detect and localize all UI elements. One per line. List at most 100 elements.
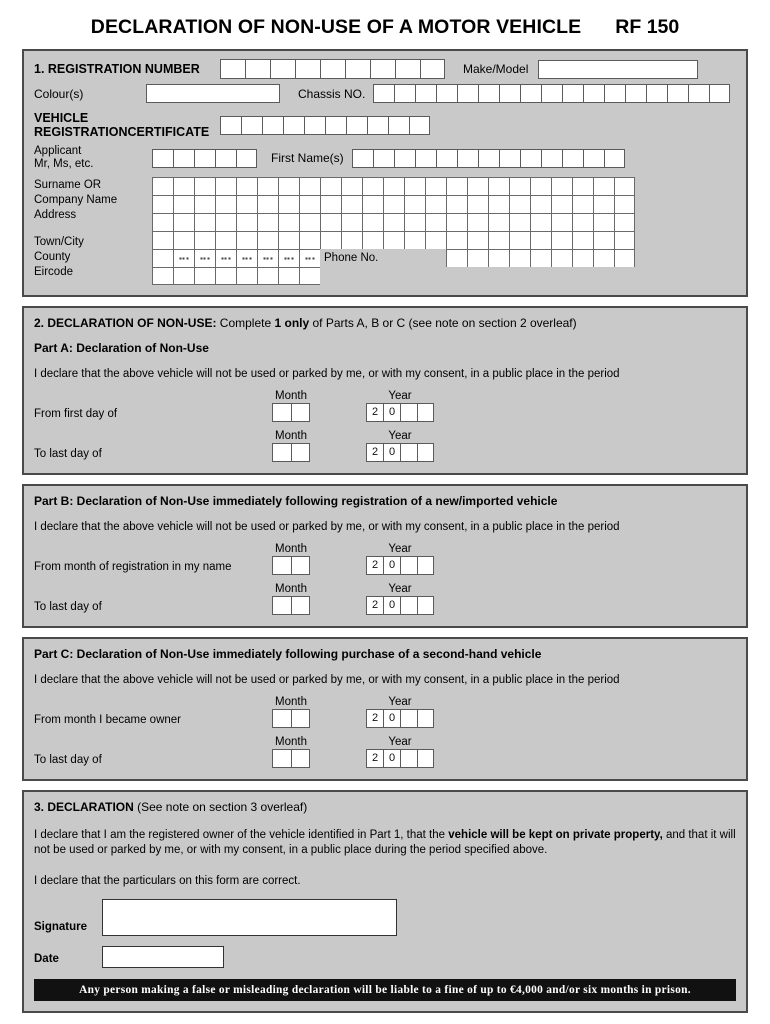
month-cell-1[interactable] (291, 403, 310, 422)
address-cell-4-3[interactable] (215, 249, 236, 267)
address-cell-3-15[interactable] (467, 231, 488, 249)
address-cell-1-9[interactable] (341, 195, 362, 213)
year-cell-1[interactable] (417, 596, 434, 615)
vrc-cell-0[interactable] (220, 115, 241, 135)
vrc-cell-2[interactable] (262, 115, 283, 135)
registration-cell-6[interactable] (370, 59, 395, 79)
address-cell-0-14[interactable] (446, 177, 467, 195)
vrc-cell-6[interactable] (346, 115, 367, 135)
chassis-cell-9[interactable] (562, 84, 584, 103)
address-cell-3-16[interactable] (488, 231, 509, 249)
year-cell-0[interactable] (400, 749, 417, 768)
registration-cell-4[interactable] (320, 59, 345, 79)
address-cell-2-16[interactable] (488, 213, 509, 231)
year-cell-1[interactable] (417, 443, 434, 462)
address-cell-5-5[interactable] (257, 267, 278, 285)
address-grid-input[interactable]: Phone No. (152, 177, 635, 285)
address-cell-5-4[interactable] (236, 267, 257, 285)
address-cell-3-12[interactable] (404, 231, 425, 249)
address-cell-4-21[interactable] (593, 249, 614, 267)
registration-cell-7[interactable] (395, 59, 420, 79)
address-cell-1-13[interactable] (425, 195, 446, 213)
address-cell-1-5[interactable] (257, 195, 278, 213)
applicant-cell-3[interactable] (215, 148, 236, 168)
chassis-cell-15[interactable] (688, 84, 710, 103)
vrc-cell-4[interactable] (304, 115, 325, 135)
signature-input[interactable] (102, 899, 397, 936)
address-cell-2-15[interactable] (467, 213, 488, 231)
address-cell-1-6[interactable] (278, 195, 299, 213)
address-cell-0-22[interactable] (614, 177, 635, 195)
address-cell-5-0[interactable] (152, 267, 173, 285)
vrc-cell-5[interactable] (325, 115, 346, 135)
address-cell-4-18[interactable] (530, 249, 551, 267)
address-cell-5-6[interactable] (278, 267, 299, 285)
address-cell-3-5[interactable] (257, 231, 278, 249)
address-cell-0-0[interactable] (152, 177, 173, 195)
first-names-input[interactable] (351, 148, 625, 168)
address-cell-1-8[interactable] (320, 195, 341, 213)
chassis-cell-8[interactable] (541, 84, 563, 103)
address-cell-5-2[interactable] (194, 267, 215, 285)
firstname-cell-10[interactable] (561, 148, 583, 168)
address-cell-3-7[interactable] (299, 231, 320, 249)
address-cell-3-2[interactable] (194, 231, 215, 249)
chassis-cell-13[interactable] (646, 84, 668, 103)
address-cell-4-0[interactable] (152, 249, 173, 267)
colour-input[interactable] (146, 84, 280, 103)
address-cell-0-21[interactable] (593, 177, 614, 195)
address-cell-5-1[interactable] (173, 267, 194, 285)
address-cell-2-17[interactable] (509, 213, 530, 231)
address-cell-2-7[interactable] (299, 213, 320, 231)
address-cell-1-20[interactable] (572, 195, 593, 213)
address-cell-2-0[interactable] (152, 213, 173, 231)
address-cell-0-1[interactable] (173, 177, 194, 195)
part-b-month-input-1[interactable] (272, 596, 310, 615)
year-cell-0[interactable] (400, 596, 417, 615)
part-c-year-input-0[interactable]: 20 (366, 709, 434, 728)
firstname-cell-0[interactable] (351, 148, 373, 168)
address-cell-3-18[interactable] (530, 231, 551, 249)
part-a-year-input-0[interactable]: 20 (366, 403, 434, 422)
part-c-month-input-0[interactable] (272, 709, 310, 728)
address-cell-1-16[interactable] (488, 195, 509, 213)
month-cell-1[interactable] (291, 556, 310, 575)
firstname-cell-4[interactable] (435, 148, 457, 168)
address-cell-2-9[interactable] (341, 213, 362, 231)
firstname-cell-1[interactable] (372, 148, 394, 168)
firstname-cell-5[interactable] (456, 148, 478, 168)
address-cell-2-13[interactable] (425, 213, 446, 231)
address-cell-2-21[interactable] (593, 213, 614, 231)
part-c-month-input-1[interactable] (272, 749, 310, 768)
address-cell-4-7[interactable] (299, 249, 320, 267)
address-cell-1-4[interactable] (236, 195, 257, 213)
registration-cell-1[interactable] (245, 59, 270, 79)
chassis-cell-10[interactable] (583, 84, 605, 103)
firstname-cell-3[interactable] (414, 148, 436, 168)
vrc-cell-1[interactable] (241, 115, 262, 135)
address-cell-3-22[interactable] (614, 231, 635, 249)
part-b-year-input-0[interactable]: 20 (366, 556, 434, 575)
address-cell-2-10[interactable] (362, 213, 383, 231)
address-cell-4-17[interactable] (509, 249, 530, 267)
chassis-cell-14[interactable] (667, 84, 689, 103)
chassis-cell-6[interactable] (499, 84, 521, 103)
address-cell-0-11[interactable] (383, 177, 404, 195)
address-cell-3-6[interactable] (278, 231, 299, 249)
firstname-cell-7[interactable] (498, 148, 520, 168)
address-cell-2-22[interactable] (614, 213, 635, 231)
part-a-month-input-0[interactable] (272, 403, 310, 422)
address-cell-3-11[interactable] (383, 231, 404, 249)
part-a-month-input-1[interactable] (272, 443, 310, 462)
address-cell-1-17[interactable] (509, 195, 530, 213)
year-cell-0[interactable] (400, 556, 417, 575)
address-cell-5-3[interactable] (215, 267, 236, 285)
applicant-cell-1[interactable] (173, 148, 194, 168)
address-cell-1-2[interactable] (194, 195, 215, 213)
year-cell-1[interactable] (417, 709, 434, 728)
address-cell-4-4[interactable] (236, 249, 257, 267)
vrc-cell-9[interactable] (409, 115, 430, 135)
address-cell-2-8[interactable] (320, 213, 341, 231)
month-cell-0[interactable] (272, 596, 291, 615)
address-cell-3-13[interactable] (425, 231, 446, 249)
